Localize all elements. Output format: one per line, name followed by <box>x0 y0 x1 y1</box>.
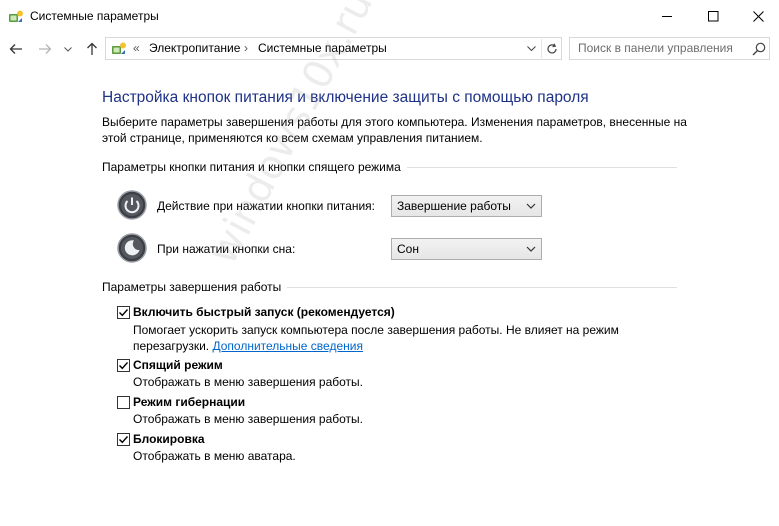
close-icon <box>752 11 764 22</box>
checkmark-icon <box>119 362 129 370</box>
fast-startup-checkbox[interactable] <box>117 306 130 319</box>
power-options-app-icon <box>8 9 24 25</box>
maximize-button[interactable] <box>690 0 736 33</box>
breadcrumb-system-settings[interactable]: Системные параметры <box>258 41 387 55</box>
page-description: Выберите параметры завершения работы для… <box>102 115 687 145</box>
fast-startup-label[interactable]: Включить быстрый запуск (рекомендуется) <box>133 305 395 319</box>
sleep-label[interactable]: Спящий режим <box>133 358 223 372</box>
sleep-button-action-label: При нажатии кнопки сна: <box>157 242 296 256</box>
refresh-icon <box>546 43 557 53</box>
sleep-button-action-select[interactable]: Сон <box>391 238 542 260</box>
more-info-link[interactable]: Дополнительные сведения <box>212 339 362 353</box>
sleep-description: Отображать в меню завершения работы. <box>133 375 364 389</box>
title-bar: Системные параметры <box>0 0 779 33</box>
maximize-icon <box>707 11 718 22</box>
breadcrumb-separator[interactable]: › <box>244 41 248 55</box>
arrow-right-icon <box>39 44 52 54</box>
hibernate-description: Отображать в меню завершения работы. <box>133 412 364 426</box>
lock-description: Отображать в меню аватара. <box>133 449 296 463</box>
lock-checkbox[interactable] <box>117 433 130 446</box>
address-bar[interactable]: « Электропитание › Системные параметры <box>105 37 562 60</box>
chevron-down-icon <box>64 46 72 52</box>
power-button-icon <box>117 190 147 220</box>
sleep-button-icon <box>117 233 147 263</box>
hibernate-label[interactable]: Режим гибернации <box>133 395 245 409</box>
hibernate-checkbox[interactable] <box>117 396 130 409</box>
back-button[interactable] <box>6 38 26 60</box>
chevron-down-icon <box>526 203 536 209</box>
power-button-action-select[interactable]: Завершение работы <box>391 195 542 217</box>
power-button-action-value: Завершение работы <box>397 199 511 213</box>
fast-startup-description: Помогает ускорить запуск компьютера посл… <box>133 322 633 354</box>
forward-button[interactable] <box>35 38 55 60</box>
chevron-down-icon <box>526 246 536 252</box>
refresh-button[interactable] <box>541 39 561 58</box>
sleep-checkbox[interactable] <box>117 359 130 372</box>
close-button[interactable] <box>735 0 779 33</box>
address-history-dropdown[interactable] <box>523 40 539 57</box>
power-button-action-label: Действие при нажатии кнопки питания: <box>157 199 376 213</box>
window-title: Системные параметры <box>30 9 159 23</box>
power-options-icon <box>111 41 127 57</box>
fast-startup-description-text: Помогает ускорить запуск компьютера посл… <box>133 323 619 353</box>
checkmark-icon <box>119 309 129 317</box>
up-button[interactable] <box>82 38 102 60</box>
sleep-button-action-value: Сон <box>397 242 419 256</box>
recent-locations-button[interactable] <box>62 38 74 60</box>
checkmark-icon <box>119 436 129 444</box>
search-input[interactable]: Поиск в панели управления <box>569 37 770 60</box>
page-title: Настройка кнопок питания и включение защ… <box>102 89 589 106</box>
search-placeholder: Поиск в панели управления <box>578 41 733 55</box>
section-heading-power-buttons: Параметры кнопки питания и кнопки спящег… <box>102 160 407 174</box>
breadcrumb-overflow[interactable]: « <box>133 41 140 55</box>
chevron-down-icon <box>526 46 536 51</box>
minimize-icon <box>661 16 672 17</box>
minimize-button[interactable] <box>644 0 690 33</box>
section-heading-shutdown: Параметры завершения работы <box>102 280 288 294</box>
search-icon[interactable] <box>752 42 766 56</box>
arrow-left-icon <box>9 44 22 54</box>
lock-label[interactable]: Блокировка <box>133 432 205 446</box>
arrow-up-icon <box>87 42 97 55</box>
breadcrumb-power-options[interactable]: Электропитание <box>149 41 240 55</box>
